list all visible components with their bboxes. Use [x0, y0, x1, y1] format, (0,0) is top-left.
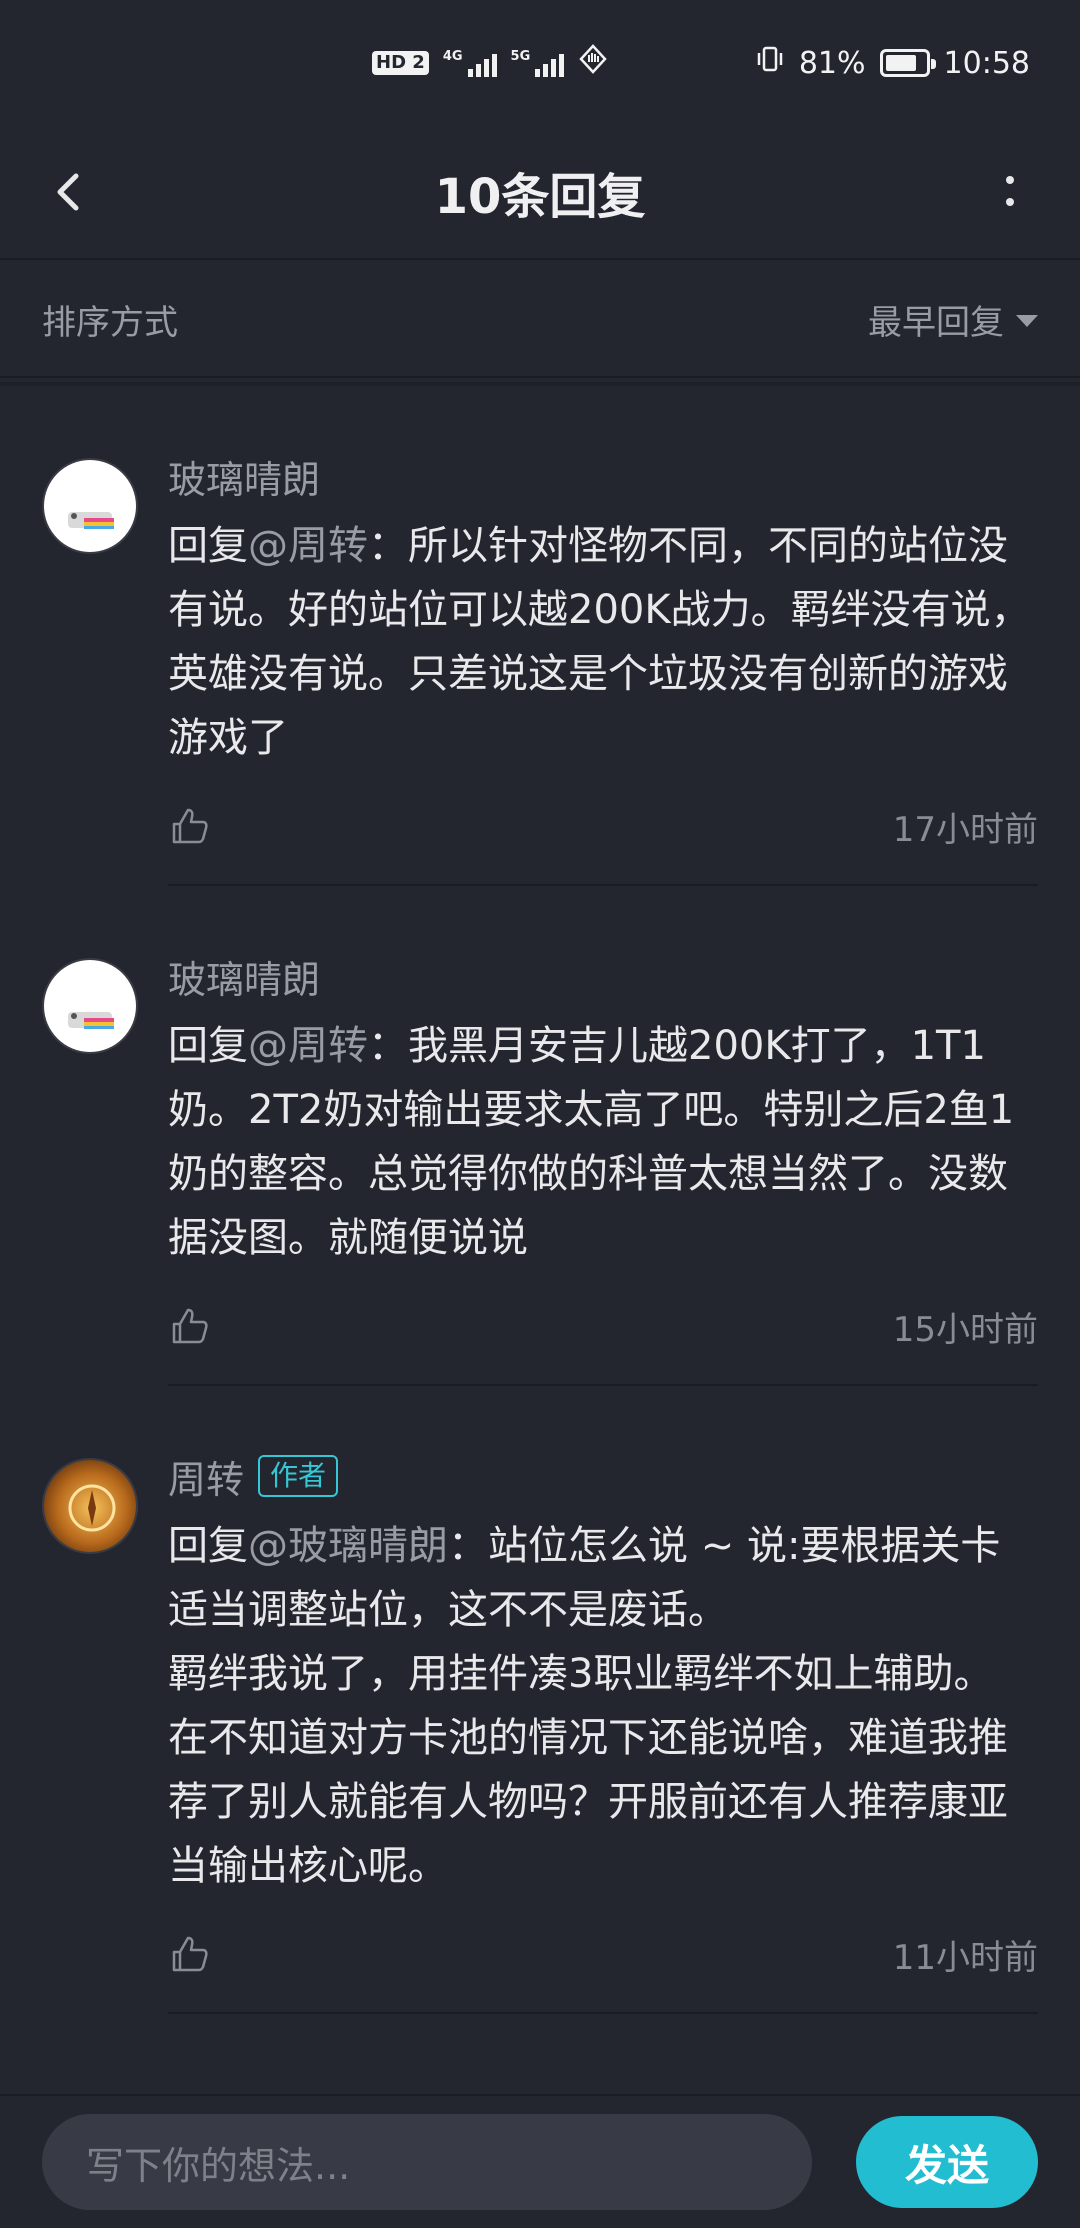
back-button[interactable]: [40, 162, 100, 222]
reply-mention[interactable]: @周转: [248, 523, 368, 569]
author-badge: 作者: [258, 1455, 339, 1497]
comment-time: 17小时前: [892, 809, 1038, 850]
comment-text: 羁绊我说了，用挂件凑3职业羁绊不如上辅助。: [168, 1651, 994, 1697]
like-button[interactable]: [168, 1932, 212, 1976]
comment-header: 周转 作者: [168, 1446, 1038, 1506]
comment-text: 在不知道对方卡池的情况下还能说啥，难道我推荐了别人就能有人物吗？开服前还有人推荐…: [168, 1715, 1008, 1889]
status-icons-left: HD 2 4G 5G: [372, 44, 608, 82]
username[interactable]: 周转: [168, 1449, 244, 1504]
status-bar: HD 2 4G 5G 81% 10:58: [0, 0, 1080, 126]
comment-input[interactable]: 写下你的想法...: [42, 2114, 812, 2210]
comment-meta: 17小时前: [168, 798, 1038, 854]
more-vertical-icon: [1006, 176, 1014, 206]
reply-prefix: 回复: [168, 1523, 248, 1569]
comment-body: 回复@周转：所以针对怪物不同，不同的站位没有说。好的站位可以越200K战力。羁绊…: [168, 514, 1038, 770]
reply-prefix: 回复: [168, 1023, 248, 1069]
avatar[interactable]: [42, 458, 138, 554]
signal-icon-sim2: 5G: [511, 49, 565, 77]
vibrate-icon: [755, 44, 785, 82]
comment-body: 回复@周转：我黑月安吉儿越200K打了，1T1奶。2T2奶对输出要求太高了吧。特…: [168, 1014, 1038, 1270]
reply-mention[interactable]: @玻璃晴朗: [248, 1523, 448, 1569]
page-title: 10条回复: [434, 169, 646, 225]
hd-voice-icon: HD 2: [372, 51, 429, 75]
username[interactable]: 玻璃晴朗: [168, 449, 320, 504]
username[interactable]: 玻璃晴朗: [168, 949, 320, 1004]
composer-bar: 写下你的想法... 发送: [0, 2094, 1080, 2228]
like-button[interactable]: [168, 1304, 212, 1348]
comment-body: 回复@玻璃晴朗：站位怎么说 ~ 说:要根据关卡适当调整站位，这不不是废话。 羁绊…: [168, 1514, 1038, 1898]
send-button[interactable]: 发送: [856, 2116, 1038, 2208]
sort-dropdown[interactable]: 最早回复: [868, 295, 1038, 344]
comment-meta: 11小时前: [168, 1926, 1038, 1982]
hd-sim-number: 2: [412, 52, 425, 73]
sort-selected-value: 最早回复: [868, 302, 1004, 343]
signal-icon-sim1: 4G: [443, 49, 497, 77]
battery-fill: [885, 55, 917, 71]
network-type-1: 4G: [442, 49, 463, 64]
reply-mention[interactable]: @周转: [248, 1023, 368, 1069]
battery-icon: [879, 49, 936, 77]
comment-list: 玻璃晴朗 回复@周转：所以针对怪物不同，不同的站位没有说。好的站位可以越200K…: [0, 386, 1080, 2014]
avatar[interactable]: [42, 1458, 138, 1554]
comment-divider: [168, 2012, 1038, 2014]
comment-time: 11小时前: [892, 1937, 1038, 1978]
comment-meta: 15小时前: [168, 1298, 1038, 1354]
sort-label: 排序方式: [42, 302, 178, 343]
top-bar: 10条回复: [0, 126, 1080, 260]
thumbs-up-icon: [172, 1936, 208, 1972]
sort-bar: 排序方式 最早回复: [0, 262, 1080, 378]
avatar[interactable]: [42, 958, 138, 1054]
caret-down-icon: [1016, 315, 1038, 327]
hand-icon: [578, 44, 608, 82]
comment-item: 玻璃晴朗 回复@周转：所以针对怪物不同，不同的站位没有说。好的站位可以越200K…: [0, 386, 1080, 886]
more-options-button[interactable]: [980, 162, 1040, 222]
status-icons-right: 81% 10:58: [755, 44, 1030, 82]
thumbs-up-icon: [172, 1308, 208, 1344]
comment-time: 15小时前: [892, 1309, 1038, 1350]
thumbs-up-icon: [172, 808, 208, 844]
comment-input-placeholder: 写下你的想法...: [86, 2143, 351, 2188]
like-button[interactable]: [168, 804, 212, 848]
hd-label: HD: [376, 52, 407, 73]
back-arrow-icon: [57, 173, 79, 211]
comment-item: 周转 作者 回复@玻璃晴朗：站位怎么说 ~ 说:要根据关卡适当调整站位，这不不是…: [0, 1386, 1080, 2014]
network-type-2: 5G: [510, 49, 531, 64]
reply-prefix: 回复: [168, 523, 248, 569]
comment-header: 玻璃晴朗: [168, 946, 1038, 1006]
comment-header: 玻璃晴朗: [168, 446, 1038, 506]
battery-percent: 81%: [798, 45, 866, 81]
clock: 10:58: [943, 45, 1030, 81]
comment-item: 玻璃晴朗 回复@周转：我黑月安吉儿越200K打了，1T1奶。2T2奶对输出要求太…: [0, 886, 1080, 1386]
